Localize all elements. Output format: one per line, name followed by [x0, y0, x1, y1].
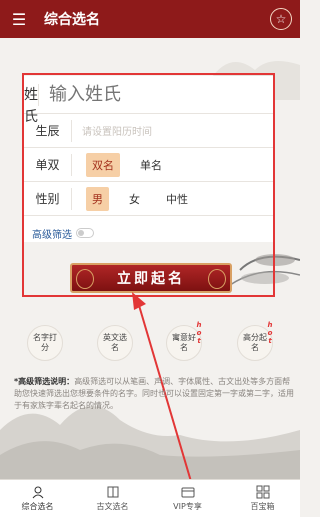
tool-label: 英文选名: [103, 333, 127, 352]
tool-shortcuts: 名字打分 英文选名 寓意好名 hot 高分起名 hot: [0, 321, 300, 365]
submit-naming-button[interactable]: 立即起名: [70, 263, 232, 293]
page-title: 综合选名: [44, 12, 100, 28]
nav-item-comprehensive[interactable]: 综合选名: [0, 480, 75, 517]
nav-label: 古文选名: [96, 502, 129, 511]
naming-form: 姓氏 生辰 请设置阳历时间 单双 双名 单名 性别 男 女 中性 高级筛选: [24, 76, 274, 242]
bottom-nav: 综合选名 古文选名 VIP专享 百宝箱: [0, 479, 300, 517]
birth-row[interactable]: 生辰 请设置阳历时间: [24, 114, 274, 148]
nav-label: 百宝箱: [250, 502, 275, 511]
tool-high-score-name[interactable]: 高分起名 hot: [237, 321, 274, 361]
description-title: *高级筛选说明：: [14, 377, 75, 386]
advanced-filter-toggle[interactable]: [76, 228, 94, 238]
hot-badge: hot: [266, 321, 274, 345]
nav-label: 综合选名: [21, 502, 54, 511]
char-count-label: 单双: [24, 153, 72, 176]
app-header: ☰ 综合选名 ☆: [0, 0, 300, 38]
tool-label: 寓意好名: [172, 333, 196, 352]
book-icon: [107, 486, 118, 498]
tool-english-name[interactable]: 英文选名: [97, 325, 133, 361]
surname-label: 姓氏: [24, 83, 39, 125]
tool-name-score[interactable]: 名字打分: [27, 325, 63, 361]
option-single-name[interactable]: 单名: [134, 153, 168, 177]
tool-label: 高分起名: [243, 333, 267, 352]
advanced-filter-label: 高级筛选: [32, 229, 72, 241]
advanced-filter-description: *高级筛选说明：高级筛选可以从笔画、声调、字体属性、古文出处等多方面帮助您快速筛…: [14, 376, 294, 412]
birth-label: 生辰: [24, 119, 72, 142]
nav-label: VIP专享: [173, 502, 202, 511]
star-icon[interactable]: ☆: [270, 8, 292, 30]
option-female[interactable]: 女: [123, 187, 146, 211]
option-neutral[interactable]: 中性: [160, 187, 194, 211]
hot-badge: hot: [195, 321, 203, 345]
nav-item-vip[interactable]: VIP专享: [150, 480, 225, 517]
char-count-row: 单双 双名 单名: [24, 148, 274, 182]
option-male[interactable]: 男: [86, 186, 109, 211]
baby-icon: [32, 486, 43, 499]
tool-label: 名字打分: [33, 333, 57, 352]
menu-icon[interactable]: ☰: [0, 0, 38, 38]
surname-row: 姓氏: [24, 76, 274, 125]
advanced-filter-row: 高级筛选: [24, 216, 274, 250]
surname-input[interactable]: [49, 84, 274, 105]
option-double-name[interactable]: 双名: [86, 152, 120, 177]
wallet-icon: [181, 487, 194, 498]
nav-item-toolbox[interactable]: 百宝箱: [225, 480, 300, 517]
gender-row: 性别 男 女 中性: [24, 182, 274, 216]
gender-label: 性别: [24, 187, 72, 210]
grid-icon: [256, 485, 269, 499]
tool-meaningful-name[interactable]: 寓意好名 hot: [166, 321, 203, 361]
birth-date-field[interactable]: 请设置阳历时间: [82, 123, 152, 138]
nav-item-classical[interactable]: 古文选名: [75, 480, 150, 517]
